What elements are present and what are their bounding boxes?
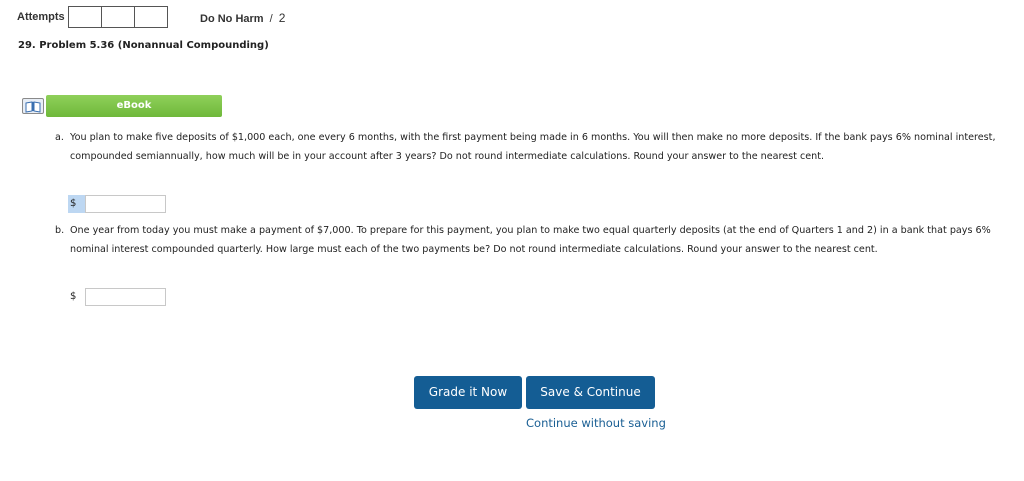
question-b: b. One year from today you must make a p… — [55, 221, 1015, 259]
policy-separator: / — [269, 13, 273, 25]
answer-a-input[interactable] — [85, 195, 166, 213]
answer-b-row: $ — [68, 288, 166, 306]
question-a: a. You plan to make five deposits of $1,… — [55, 128, 1015, 166]
continue-without-saving-link[interactable]: Continue without saving — [526, 416, 666, 430]
attempts-label: Attempts — [17, 11, 65, 23]
grading-policy: Do No Harm / 2 — [200, 11, 285, 25]
attempts-tracker: Attempts — [17, 6, 168, 28]
question-b-letter: b. — [55, 225, 65, 236]
save-and-continue-button[interactable]: Save & Continue — [526, 376, 655, 409]
question-a-text: You plan to make five deposits of $1,000… — [70, 132, 996, 162]
book-icon-glyph — [25, 101, 41, 113]
currency-symbol: $ — [68, 195, 85, 213]
attempt-boxes — [67, 6, 168, 28]
question-b-text: One year from today you must make a paym… — [70, 225, 991, 255]
grade-it-now-button[interactable]: Grade it Now — [414, 376, 522, 409]
attempt-box — [67, 6, 102, 28]
question-a-letter: a. — [55, 132, 64, 143]
attempt-box — [133, 6, 168, 28]
answer-a-row: $ — [68, 195, 166, 213]
policy-count: 2 — [278, 11, 286, 25]
attempt-box — [100, 6, 135, 28]
answer-b-input[interactable] — [85, 288, 166, 306]
currency-symbol: $ — [70, 291, 77, 302]
policy-name: Do No Harm — [200, 13, 264, 25]
book-icon[interactable] — [22, 98, 44, 114]
problem-title: 29. Problem 5.36 (Nonannual Compounding) — [18, 40, 269, 51]
ebook-button[interactable]: eBook — [46, 95, 222, 117]
